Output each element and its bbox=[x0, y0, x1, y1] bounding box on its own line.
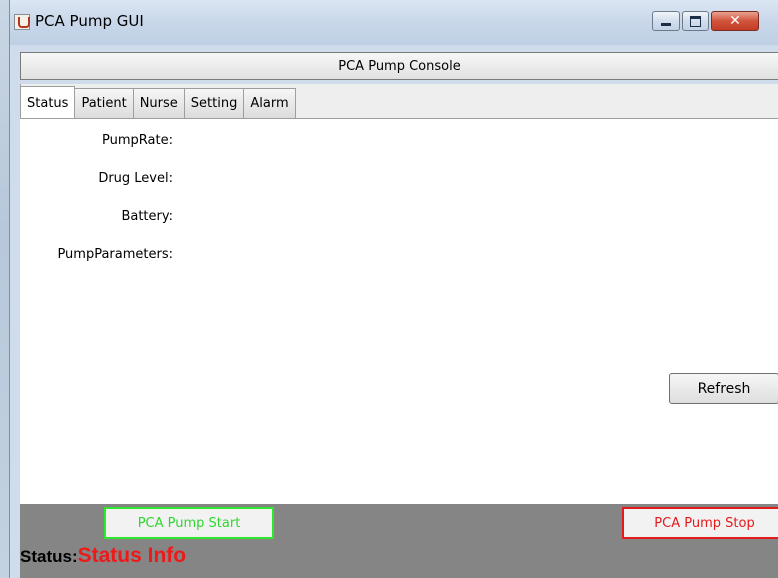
battery-label: Battery: bbox=[121, 209, 173, 224]
status-line: Status: Status Info bbox=[20, 544, 186, 574]
tab-alarm[interactable]: Alarm bbox=[243, 88, 296, 118]
status-info-text: Status Info bbox=[77, 544, 187, 567]
title-bar[interactable]: PCA Pump GUI ✕ bbox=[10, 0, 778, 45]
pump-parameters-label: PumpParameters: bbox=[57, 247, 173, 262]
tab-status[interactable]: Status bbox=[20, 86, 76, 118]
tab-strip: Status Patient Nurse Setting Alarm bbox=[20, 86, 296, 118]
tab-patient[interactable]: Patient bbox=[74, 88, 134, 118]
maximize-icon bbox=[683, 12, 708, 30]
java-cup-icon[interactable] bbox=[14, 14, 30, 30]
maximize-button[interactable] bbox=[682, 11, 709, 31]
window-title: PCA Pump GUI bbox=[35, 12, 144, 30]
status-key-label: Status: bbox=[20, 547, 78, 566]
pump-rate-label: PumpRate: bbox=[102, 133, 173, 148]
drug-level-label: Drug Level: bbox=[98, 171, 173, 186]
tab-setting[interactable]: Setting bbox=[183, 88, 245, 118]
refresh-button[interactable]: Refresh bbox=[669, 373, 778, 404]
control-bar: PCA Pump Start PCA Pump Stop Status: Sta… bbox=[20, 504, 778, 578]
desktop-edge bbox=[0, 0, 9, 578]
console-header-button[interactable]: PCA Pump Console bbox=[20, 52, 778, 80]
tab-nurse[interactable]: Nurse bbox=[132, 88, 185, 118]
pump-stop-button[interactable]: PCA Pump Stop bbox=[622, 507, 778, 539]
status-tab-panel: PumpRate: Drug Level: Battery: PumpParam… bbox=[20, 118, 778, 504]
close-icon: ✕ bbox=[729, 13, 741, 29]
pump-start-button[interactable]: PCA Pump Start bbox=[104, 507, 274, 539]
minimize-button[interactable] bbox=[652, 11, 680, 31]
minimize-icon bbox=[653, 12, 679, 30]
close-button[interactable]: ✕ bbox=[711, 11, 759, 31]
app-window: PCA Pump GUI ✕ PCA Pump Console Status P… bbox=[9, 0, 778, 578]
